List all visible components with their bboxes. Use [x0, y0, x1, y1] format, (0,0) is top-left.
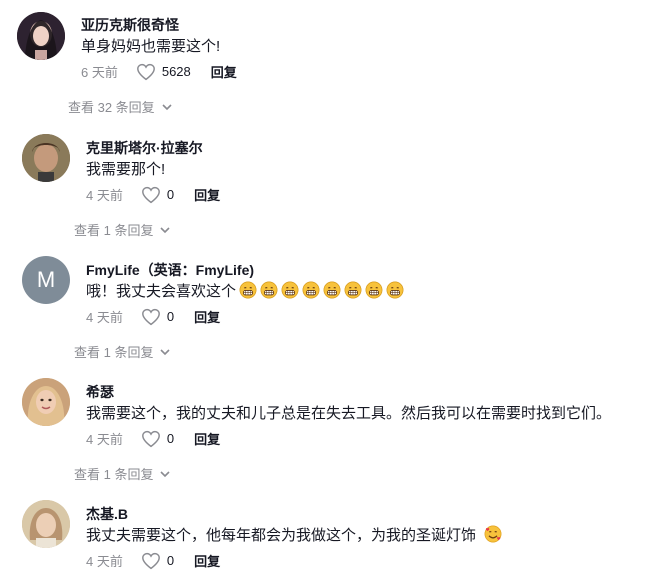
comment-text: 我丈夫需要这个，他每年都会为我做这个，为我的圣诞灯饰: [86, 527, 477, 544]
comment-meta: 4 天前 0 回复: [86, 185, 220, 204]
comment-username[interactable]: 杰基.B: [86, 504, 128, 524]
view-replies-button[interactable]: 查看 1 条回复: [74, 220, 171, 239]
comment-username[interactable]: 希瑟: [86, 382, 114, 402]
like-count: 0: [166, 187, 175, 202]
heart-icon: [141, 308, 160, 325]
comment-text-row: 哦！我丈夫会喜欢这个: [86, 280, 404, 301]
reply-button[interactable]: 回复: [211, 62, 237, 81]
avatar[interactable]: M: [22, 256, 70, 304]
avatar-image: [22, 134, 70, 182]
comment-time: 4 天前: [86, 432, 123, 447]
like-count: 0: [166, 431, 175, 446]
avatar-image: [22, 378, 70, 426]
like-button[interactable]: 0: [141, 430, 174, 448]
reply-button[interactable]: 回复: [194, 307, 220, 326]
reply-button[interactable]: 回复: [194, 429, 220, 448]
comment-text: 单身妈妈也需要这个!: [81, 38, 221, 55]
grinning-face-icon: [323, 281, 341, 299]
comment-text: 哦！我丈夫会喜欢这个: [86, 283, 237, 300]
view-replies-button[interactable]: 查看 1 条回复: [74, 464, 171, 483]
comment-meta: 4 天前 0 回复: [86, 429, 220, 448]
avatar[interactable]: [22, 378, 70, 426]
like-button[interactable]: 0: [141, 308, 174, 326]
grinning-face-icon: [281, 281, 299, 299]
comment-meta: 6 天前 5628 回复: [81, 62, 237, 81]
grinning-face-icon: [302, 281, 320, 299]
grinning-face-icon: [239, 281, 257, 299]
comment-time: 6 天前: [81, 65, 118, 80]
like-count: 5628: [161, 64, 191, 79]
avatar-image: [22, 500, 70, 548]
heart-icon: [136, 63, 155, 80]
grinning-face-icon: [344, 281, 362, 299]
avatar[interactable]: [22, 134, 70, 182]
comment-time: 4 天前: [86, 310, 123, 325]
view-replies-button[interactable]: 查看 1 条回复: [74, 342, 171, 361]
like-count: 0: [166, 309, 175, 324]
chevron-down-icon: [162, 103, 172, 110]
like-button[interactable]: 5628: [136, 63, 191, 81]
avatar-image: [17, 12, 65, 60]
grinning-face-icon: [260, 281, 278, 299]
heart-icon: [141, 186, 160, 203]
smiling-face-with-hearts-icon: [484, 525, 502, 543]
reply-button[interactable]: 回复: [194, 185, 220, 204]
like-count: 0: [166, 553, 175, 568]
avatar[interactable]: [22, 500, 70, 548]
avatar[interactable]: [17, 12, 65, 60]
grinning-face-icon: [386, 281, 404, 299]
comment-meta: 4 天前 0 回复: [86, 551, 220, 570]
view-replies-label: 查看 1 条回复: [74, 345, 154, 360]
comment-text: 我需要这个，我的丈夫和儿子总是在失去工具。然后我可以在需要时找到它们。: [86, 405, 612, 422]
grinning-face-icon: [365, 281, 383, 299]
comment-time: 4 天前: [86, 188, 123, 203]
comment-username[interactable]: 亚历克斯很奇怪: [81, 15, 179, 35]
like-button[interactable]: 0: [141, 552, 174, 570]
avatar-letter: M: [36, 267, 56, 292]
view-replies-button[interactable]: 查看 32 条回复: [68, 97, 173, 116]
reply-button[interactable]: 回复: [194, 551, 220, 570]
view-replies-label: 查看 32 条回复: [68, 100, 155, 115]
heart-icon: [141, 430, 160, 447]
emoji-row: [236, 281, 404, 300]
heart-icon: [141, 552, 160, 569]
chevron-down-icon: [160, 470, 171, 477]
like-button[interactable]: 0: [141, 186, 174, 204]
chevron-down-icon: [160, 348, 171, 355]
comment-meta: 4 天前 0 回复: [86, 307, 220, 326]
comment-text-row: 我丈夫需要这个，他每年都会为我做这个，为我的圣诞灯饰: [86, 524, 502, 545]
chevron-down-icon: [160, 226, 171, 233]
comment-time: 4 天前: [86, 554, 123, 569]
comment-username[interactable]: FmyLife（英语：FmyLife): [86, 260, 254, 280]
view-replies-label: 查看 1 条回复: [74, 467, 154, 482]
comment-text: 我需要那个!: [86, 161, 166, 178]
comment-username[interactable]: 克里斯塔尔·拉塞尔: [86, 138, 203, 158]
view-replies-label: 查看 1 条回复: [74, 223, 154, 238]
